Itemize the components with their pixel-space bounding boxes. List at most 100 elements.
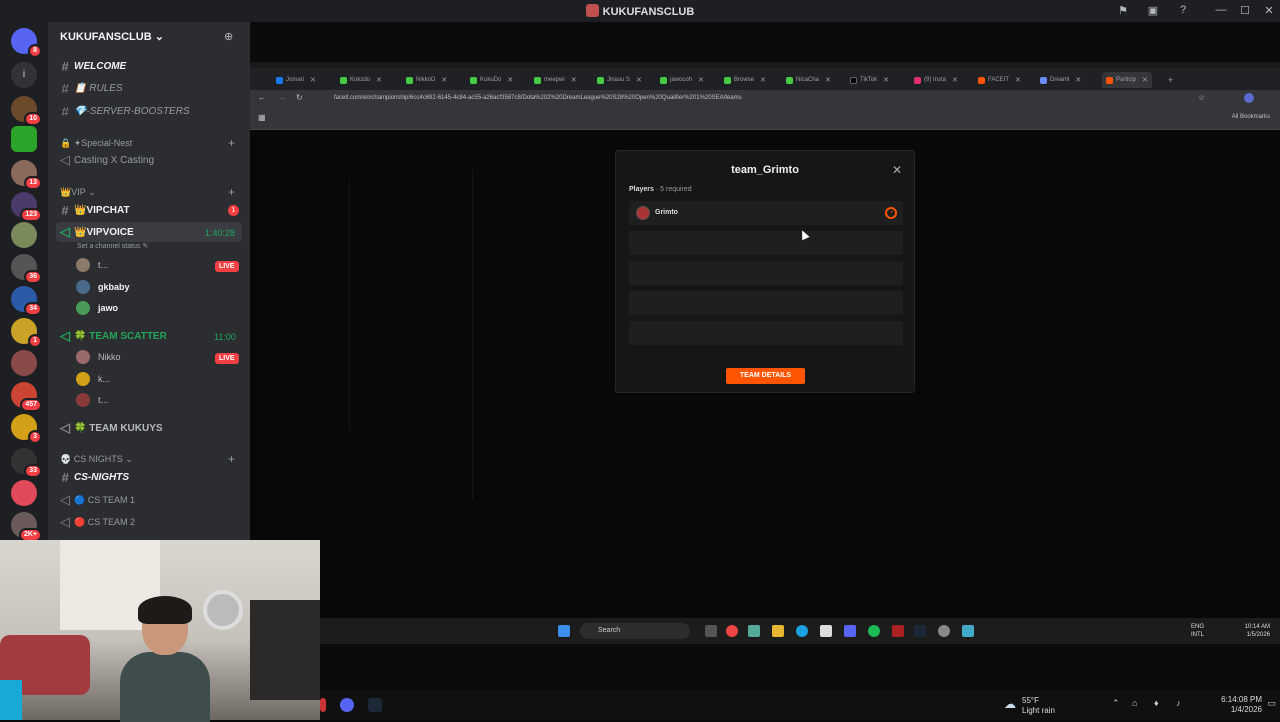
edge-icon[interactable]	[796, 625, 808, 637]
voice-user[interactable]: t...	[76, 391, 108, 409]
server-icon-1[interactable]: 10	[11, 96, 42, 126]
app-icon[interactable]	[748, 625, 760, 637]
speaker-tray-icon[interactable]: ♪	[1176, 698, 1181, 708]
close-tab-icon[interactable]: ✕	[310, 76, 316, 84]
category-cs-nights[interactable]: 💀 CS NIGHTS ⌄ +	[60, 452, 235, 466]
browser-tab[interactable]: FACEIT ✕	[978, 72, 1021, 88]
notepad-icon[interactable]	[962, 625, 974, 637]
maximize-icon[interactable]: ☐	[1238, 4, 1252, 18]
file-explorer-icon[interactable]	[772, 625, 784, 637]
channel-vipchat[interactable]: # 👑VIPCHAT	[56, 200, 242, 220]
server-header[interactable]: KUKUFANSCLUB ⌄	[60, 30, 164, 43]
close-tab-icon[interactable]: ✕	[376, 76, 382, 84]
weather-widget[interactable]: 55°F Light rain	[1022, 696, 1055, 716]
microphone-icon[interactable]: ♦	[1154, 698, 1159, 708]
browser-tab[interactable]: TikTok ✕	[850, 72, 889, 88]
minimize-icon[interactable]: —	[1214, 4, 1228, 18]
app-icon[interactable]	[892, 625, 904, 637]
notifications-icon[interactable]: ▭	[1267, 698, 1276, 709]
browser-tab[interactable]: meepwi ✕	[534, 72, 577, 88]
spotify-icon[interactable]	[868, 625, 880, 637]
steam-icon[interactable]	[368, 698, 382, 712]
close-tab-icon[interactable]: ✕	[825, 76, 831, 84]
browser-tab[interactable]: Jomari ✕	[276, 72, 316, 88]
server-icon-7[interactable]: 1	[11, 318, 42, 348]
close-tab-icon[interactable]: ✕	[571, 76, 577, 84]
channel-welcome[interactable]: # WELCOME	[56, 56, 242, 76]
discord-icon[interactable]	[340, 698, 354, 712]
voice-user[interactable]: Nikko	[76, 348, 121, 366]
voice-user[interactable]: jawo	[76, 299, 118, 317]
tray-chevron-icon[interactable]: ⌃	[1112, 698, 1120, 709]
apps-grid-icon[interactable]: ▦	[258, 113, 266, 122]
browser-tab[interactable]: NikkoD ✕	[406, 72, 447, 88]
profile-avatar[interactable]	[1244, 93, 1254, 103]
channel-status[interactable]: Set a channel status ✎	[77, 242, 148, 250]
channel-team-kukuys[interactable]: ◁ 🍀 TEAM KUKUYS	[56, 418, 242, 438]
browser-tab[interactable]: (9) Insta ✕	[914, 72, 958, 88]
voice-user[interactable]: k...	[76, 370, 110, 388]
task-view-icon[interactable]	[705, 625, 717, 637]
close-tab-icon[interactable]: ✕	[507, 76, 513, 84]
close-icon[interactable]: ✕	[892, 163, 902, 177]
help-icon[interactable]: ?	[1176, 4, 1190, 18]
server-icon-5[interactable]: 36	[11, 254, 42, 284]
server-icon-10[interactable]: 3	[11, 414, 42, 444]
taskbar-clock[interactable]: 10:14 AM 1/5/2026	[1245, 623, 1270, 639]
channel-casting[interactable]: ◁ Casting X Casting	[56, 150, 242, 170]
browser-tab[interactable]: jawocoh ✕	[660, 72, 704, 88]
network-icon[interactable]: ⌂	[1132, 698, 1137, 708]
settings-icon[interactable]	[938, 625, 950, 637]
browser-tab[interactable]: Kokzdo ✕	[340, 72, 382, 88]
server-icon-11[interactable]: 33	[11, 448, 42, 478]
server-icon-9[interactable]: 457	[11, 382, 42, 412]
language-indicator[interactable]: ENG INTL	[1191, 623, 1204, 639]
browser-tab-active[interactable]: Particip ✕	[1102, 72, 1152, 88]
close-tab-icon[interactable]: ✕	[698, 76, 704, 84]
voice-user[interactable]: t...	[76, 256, 108, 274]
team-details-button[interactable]: TEAM DETAILS	[726, 368, 805, 384]
monitor-icon[interactable]: ▣	[1146, 4, 1160, 18]
taskbar-clock[interactable]: 6:14:08 PM 1/4/2026	[1221, 695, 1262, 715]
server-icon-12[interactable]	[11, 480, 37, 506]
close-tab-icon[interactable]: ✕	[441, 76, 447, 84]
new-tab-button[interactable]: +	[1168, 72, 1173, 88]
player-slot[interactable]: Grimto ◔	[629, 201, 903, 225]
add-channel-icon[interactable]: +	[228, 185, 235, 199]
store-icon[interactable]	[820, 625, 832, 637]
close-window-icon[interactable]: ✕	[1262, 4, 1276, 18]
browser-tab[interactable]: Browse ✕	[724, 72, 766, 88]
channel-rules[interactable]: # 📋 RULES	[56, 78, 242, 98]
add-channel-icon[interactable]: +	[228, 452, 235, 466]
close-tab-icon[interactable]: ✕	[760, 76, 766, 84]
channel-cs-team-2[interactable]: ◁ 🔴 CS TEAM 2	[56, 512, 242, 532]
server-icon-kick[interactable]	[11, 126, 37, 152]
forward-icon[interactable]: →	[278, 93, 286, 102]
close-tab-icon[interactable]: ✕	[1015, 76, 1021, 84]
close-tab-icon[interactable]: ✕	[636, 76, 642, 84]
discord-icon[interactable]	[844, 625, 856, 637]
app-icon[interactable]	[320, 698, 326, 712]
browser-tab[interactable]: Jinasu S ✕	[597, 72, 642, 88]
close-tab-icon[interactable]: ✕	[1075, 76, 1081, 84]
browser-tab[interactable]: NicaCha ✕	[786, 72, 831, 88]
bookmark-star-icon[interactable]: ☆	[1198, 93, 1205, 102]
taskbar-search[interactable]: Search	[580, 623, 690, 639]
channel-boosters[interactable]: # 💎-SERVER-BOOSTERS	[56, 101, 242, 121]
server-icon-6[interactable]: 34	[11, 286, 42, 316]
add-channel-icon[interactable]: +	[228, 136, 235, 150]
server-icon-13[interactable]: 2K+	[11, 512, 42, 542]
reload-icon[interactable]: ↻	[296, 93, 303, 102]
server-icon-8[interactable]	[11, 350, 37, 376]
server-icon-2[interactable]: 13	[11, 160, 42, 190]
server-icon-dm[interactable]: 8	[11, 28, 42, 58]
chrome-icon[interactable]	[726, 625, 738, 637]
browser-tab[interactable]: Dreaml ✕	[1040, 72, 1081, 88]
all-bookmarks[interactable]: All Bookmarks	[1232, 114, 1270, 120]
windows-start-icon[interactable]	[558, 625, 570, 637]
category-vip[interactable]: 👑VIP ⌄ +	[60, 185, 235, 199]
invite-user-icon[interactable]: ⊕	[224, 30, 233, 43]
inbox-icon[interactable]: ⚑	[1116, 4, 1130, 18]
server-icon-info[interactable]: i	[11, 62, 37, 88]
voice-user[interactable]: gkbaby	[76, 278, 130, 296]
